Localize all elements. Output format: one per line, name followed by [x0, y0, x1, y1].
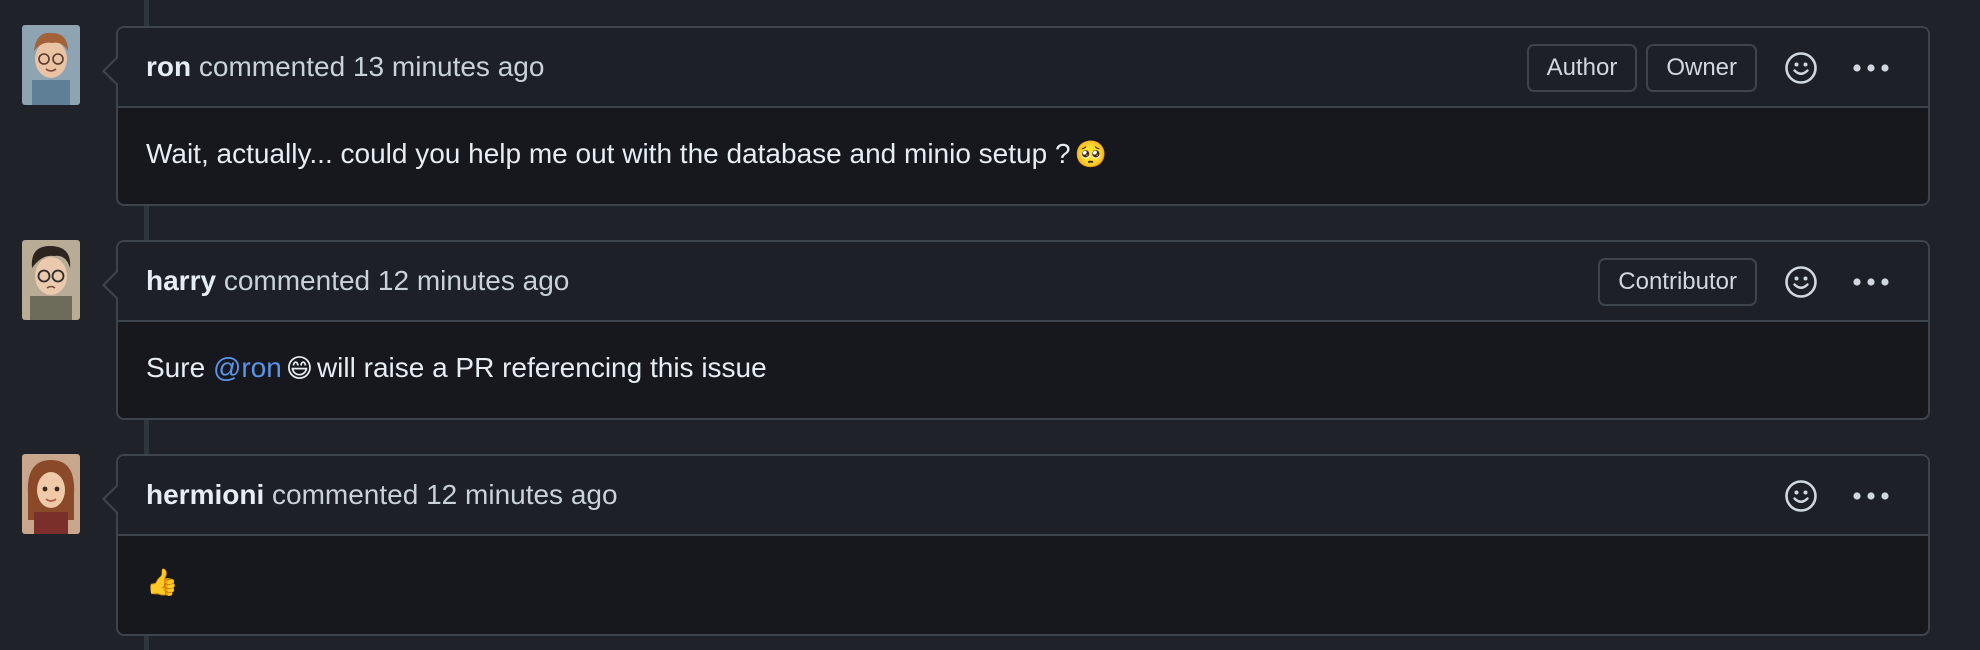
comment-action: commented — [272, 479, 419, 510]
author-badge: Author — [1526, 44, 1638, 92]
comment-body: Wait, actually... could you help me out … — [118, 108, 1928, 200]
thumbs-up-emoji: 👍 — [146, 566, 179, 597]
comment-author-link[interactable]: hermioni — [146, 479, 264, 510]
comment-body: Sure @ron 😄 will raise a PR referencing … — [118, 322, 1928, 414]
avatar-harry[interactable] — [22, 240, 80, 320]
comment-author-link[interactable]: ron — [146, 51, 191, 82]
comment-box: hermioni commented 12 minutes ago 👍 — [102, 454, 1930, 636]
comment-timestamp-link[interactable]: 13 minutes ago — [353, 51, 544, 82]
comment-header: harry commented 12 minutes ago Contribut… — [118, 242, 1928, 322]
smiley-icon[interactable] — [1774, 255, 1828, 309]
avatar-ron[interactable] — [22, 25, 80, 105]
avatar-image — [22, 25, 80, 105]
avatar-image — [22, 454, 80, 534]
avatar-image — [22, 240, 80, 320]
kebab-horizontal-icon[interactable] — [1836, 41, 1906, 95]
comment-box: harry commented 12 minutes ago Contribut… — [102, 240, 1930, 420]
comment-actions: Contributor — [1598, 242, 1906, 322]
comment-meta: hermioni commented 12 minutes ago — [146, 479, 618, 511]
comment-box: ron commented 13 minutes ago Author Owne… — [102, 26, 1930, 206]
comment-timestamp-link[interactable]: 12 minutes ago — [378, 265, 569, 296]
comment-timestamp-link[interactable]: 12 minutes ago — [426, 479, 617, 510]
avatar-hermioni[interactable] — [22, 454, 80, 534]
comment-body: 👍 — [118, 536, 1928, 628]
kebab-horizontal-icon[interactable] — [1836, 255, 1906, 309]
kebab-horizontal-icon[interactable] — [1836, 469, 1906, 523]
user-mention-link[interactable]: @ron — [213, 352, 282, 384]
comment-meta: ron commented 13 minutes ago — [146, 51, 544, 83]
comment-author-link[interactable]: harry — [146, 265, 216, 296]
pleading-face-emoji: 🥺 — [1074, 138, 1107, 169]
smiley-icon[interactable] — [1774, 469, 1828, 523]
comment-text: Sure — [146, 352, 206, 383]
grinning-face-emoji: 😄 — [285, 352, 313, 383]
comment-text: Wait, actually... could you help me out … — [146, 138, 1071, 169]
comment-header: ron commented 13 minutes ago Author Owne… — [118, 28, 1928, 108]
comment-action: commented — [223, 265, 371, 296]
owner-badge: Owner — [1646, 44, 1757, 92]
comment-text-continued: will raise a PR referencing this issue — [316, 352, 767, 383]
comment-actions — [1766, 456, 1906, 536]
smiley-icon[interactable] — [1774, 41, 1828, 95]
contributor-badge: Contributor — [1598, 258, 1757, 306]
comment-actions: Author Owner — [1526, 28, 1906, 108]
comment-meta: harry commented 12 minutes ago — [146, 265, 569, 297]
comment-header: hermioni commented 12 minutes ago — [118, 456, 1928, 536]
comment-action: commented — [198, 51, 346, 82]
